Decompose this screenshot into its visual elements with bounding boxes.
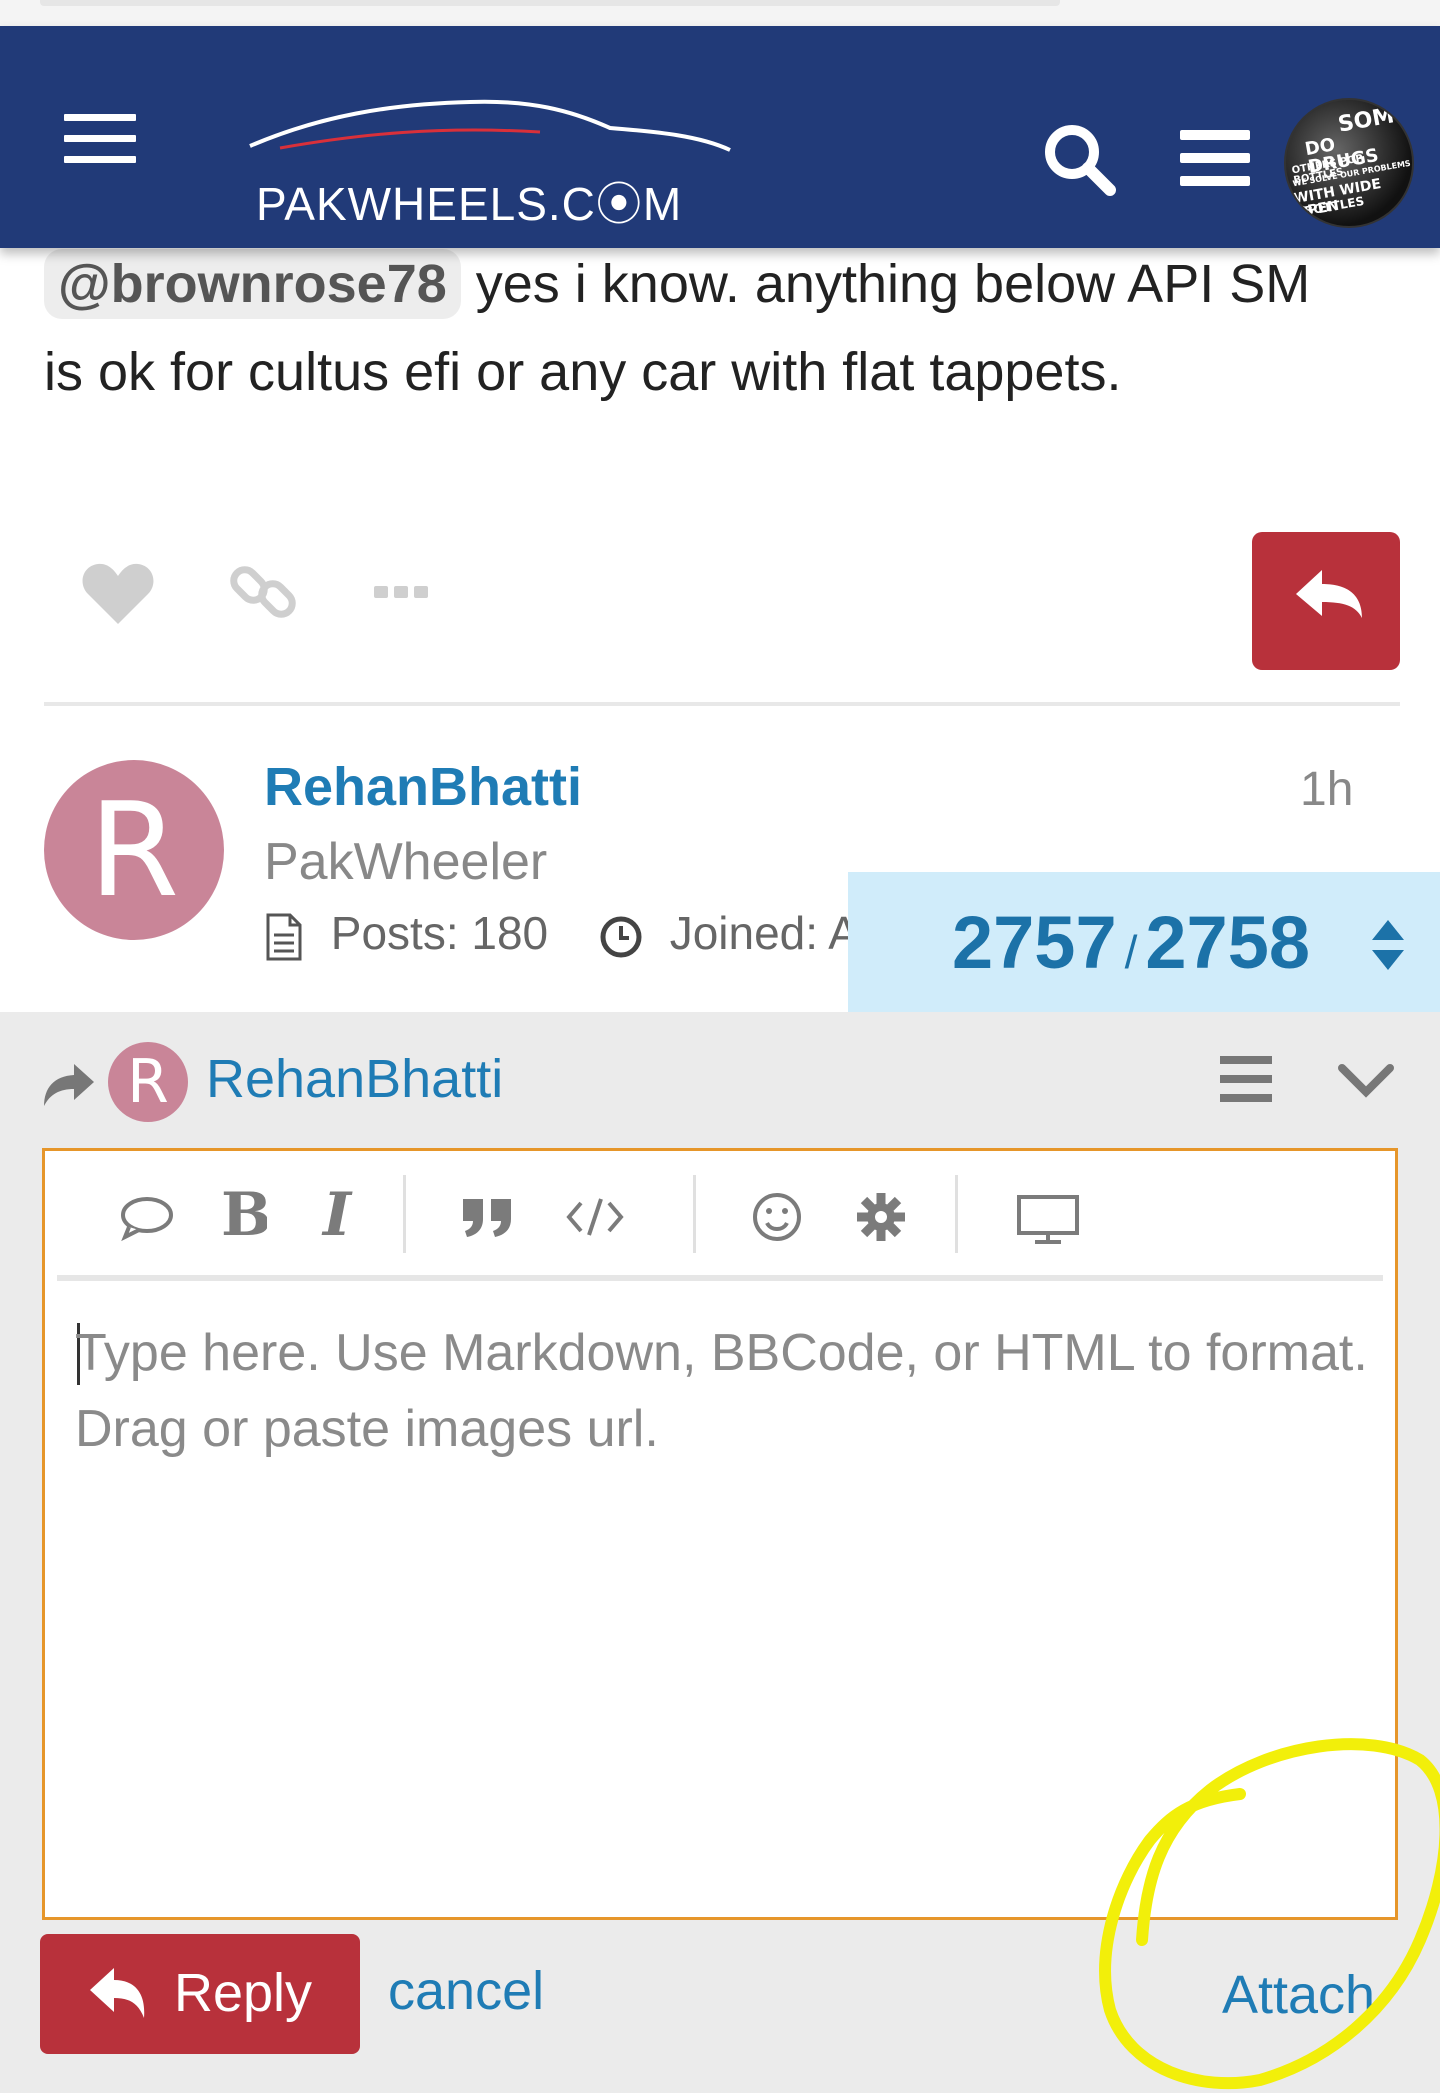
top-sliver	[0, 0, 1440, 26]
user-avatar[interactable]: SOM DO DRUGS OTHERS POP BOTTLES WE SOLVE…	[1284, 98, 1414, 228]
editor-box: B I Type here. Use Markdown, BBCode, or …	[42, 1148, 1398, 1920]
car-silhouette-icon	[249, 99, 731, 152]
site-logo[interactable]: PAKWHEELS.C⦿M	[240, 76, 740, 230]
post-reply-button[interactable]	[1252, 532, 1400, 670]
clock-icon	[600, 916, 642, 958]
post-body: @brownrose78 yes i know. anything below …	[44, 240, 1414, 416]
progress-current: 2757	[952, 901, 1117, 984]
cancel-link[interactable]: cancel	[388, 1960, 544, 2022]
reply-button-label: Reply	[174, 1963, 313, 2023]
blockquote-icon[interactable]	[457, 1181, 517, 1251]
poster-meta: Posts: 180 Joined: A	[264, 906, 864, 966]
poster-title: PakWheeler	[264, 833, 548, 891]
gear-icon[interactable]	[853, 1181, 909, 1251]
chevron-down-icon[interactable]	[1338, 1062, 1394, 1098]
top-sliver-bar	[40, 0, 1060, 6]
emoji-icon[interactable]	[749, 1181, 805, 1251]
editor-textarea[interactable]: Type here. Use Markdown, BBCode, or HTML…	[75, 1315, 1375, 1467]
post-text-line2: is ok for cultus efi or any car with fla…	[44, 342, 1122, 402]
progress-counter: 2757/2758	[952, 900, 1310, 985]
site-header: PAKWHEELS.C⦿M SOM DO DRUGS OTHERS POP BO…	[0, 26, 1440, 248]
reply-to-username[interactable]: RehanBhatti	[206, 1048, 503, 1110]
progress-total: 2758	[1145, 901, 1311, 984]
joined-date: Joined: A	[669, 907, 859, 959]
logo-text: PAKWHEELS.C⦿M	[256, 178, 683, 230]
attach-link[interactable]: Attach	[1222, 1964, 1375, 2026]
toolbar-separator	[955, 1175, 958, 1253]
svg-text:B: B	[221, 1181, 267, 1250]
reply-icon	[1296, 570, 1362, 618]
menu-icon[interactable]	[1180, 130, 1250, 186]
reply-icon	[90, 1968, 145, 2018]
italic-icon[interactable]: I	[319, 1181, 359, 1251]
hamburger-menu-icon[interactable]	[64, 114, 136, 164]
post-actions	[0, 520, 1440, 670]
editor-toolbar: B I	[57, 1151, 1383, 1281]
toolbar-separator	[403, 1175, 406, 1253]
share-arrow-icon	[44, 1064, 94, 1106]
search-icon[interactable]	[1040, 120, 1120, 200]
post-time[interactable]: 1h	[1300, 762, 1353, 817]
poster-username[interactable]: RehanBhatti	[264, 756, 582, 818]
bold-icon[interactable]: B	[217, 1181, 267, 1251]
more-options-icon[interactable]	[372, 582, 432, 602]
composer-actions-icon[interactable]	[1220, 1056, 1272, 1102]
poster-avatar[interactable]: R	[44, 760, 224, 940]
topic-progress[interactable]: 2757/2758	[848, 872, 1440, 1012]
document-icon	[266, 913, 302, 961]
toolbar-separator	[693, 1175, 696, 1253]
post-text-line1: yes i know. anything below API SM	[460, 254, 1311, 314]
quote-reply-icon[interactable]	[117, 1181, 177, 1251]
link-icon[interactable]	[228, 556, 300, 628]
reply-to-avatar: R	[108, 1042, 188, 1122]
reply-composer: R RehanBhatti B I Type here. Use Markdow…	[0, 1012, 1440, 2093]
sort-arrows-icon[interactable]	[1368, 918, 1408, 972]
heart-icon[interactable]	[80, 560, 156, 628]
progress-separator: /	[1124, 926, 1138, 978]
preview-monitor-icon[interactable]	[1015, 1181, 1081, 1251]
code-icon[interactable]	[565, 1181, 625, 1251]
user-mention[interactable]: @brownrose78	[44, 249, 461, 319]
posts-count: Posts: 180	[330, 907, 549, 959]
svg-text:I: I	[321, 1181, 353, 1250]
reply-button[interactable]: Reply	[40, 1934, 360, 2054]
post-divider	[44, 702, 1400, 706]
